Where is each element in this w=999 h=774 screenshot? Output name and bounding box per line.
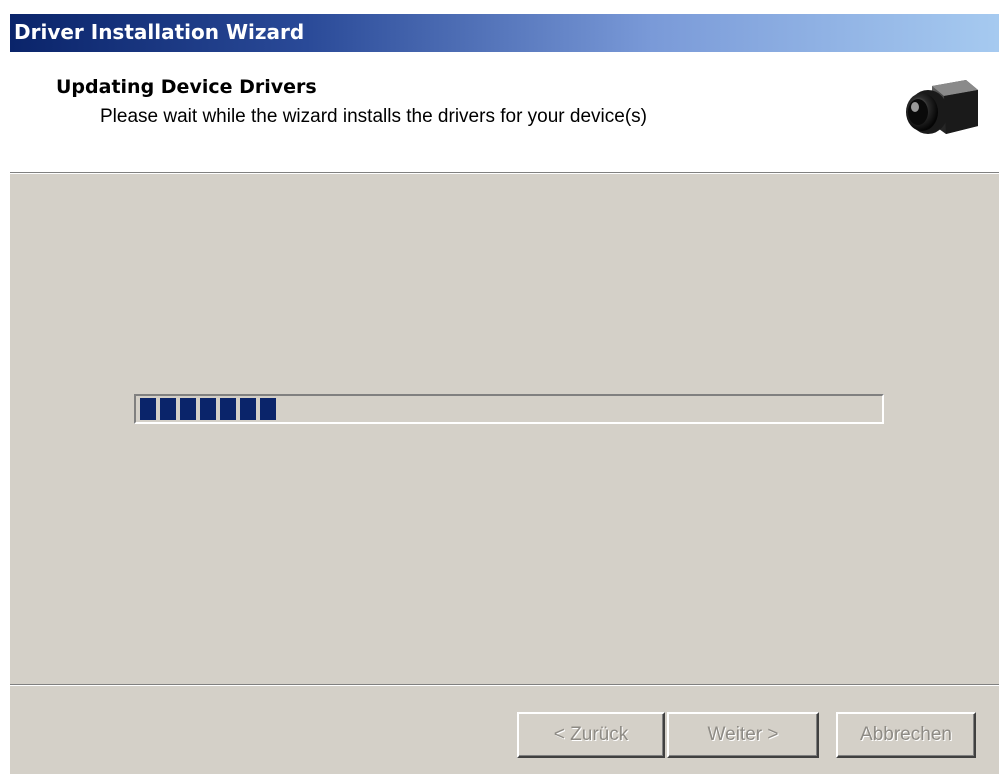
progress-block xyxy=(220,398,236,420)
progress-block xyxy=(160,398,176,420)
back-button[interactable]: < Zurück xyxy=(517,712,665,758)
progress-track xyxy=(138,398,880,420)
header-divider-highlight xyxy=(10,173,999,174)
progress-block xyxy=(200,398,216,420)
footer-divider-highlight xyxy=(10,685,999,686)
next-button[interactable]: Weiter > xyxy=(667,712,819,758)
window-title: Driver Installation Wizard xyxy=(14,20,305,44)
title-bar[interactable]: Driver Installation Wizard xyxy=(10,14,999,52)
wizard-header: Updating Device Drivers Please wait whil… xyxy=(10,52,999,172)
progress-block xyxy=(240,398,256,420)
progress-block xyxy=(260,398,276,420)
page-subtitle: Please wait while the wizard installs th… xyxy=(100,106,647,127)
progress-block xyxy=(180,398,196,420)
cancel-button[interactable]: Abbrechen xyxy=(836,712,976,758)
camera-icon xyxy=(898,70,984,150)
progress-block xyxy=(140,398,156,420)
progress-bar xyxy=(134,394,884,424)
wizard-window: Driver Installation Wizard Updating Devi… xyxy=(10,14,999,774)
page-title: Updating Device Drivers xyxy=(56,76,317,98)
